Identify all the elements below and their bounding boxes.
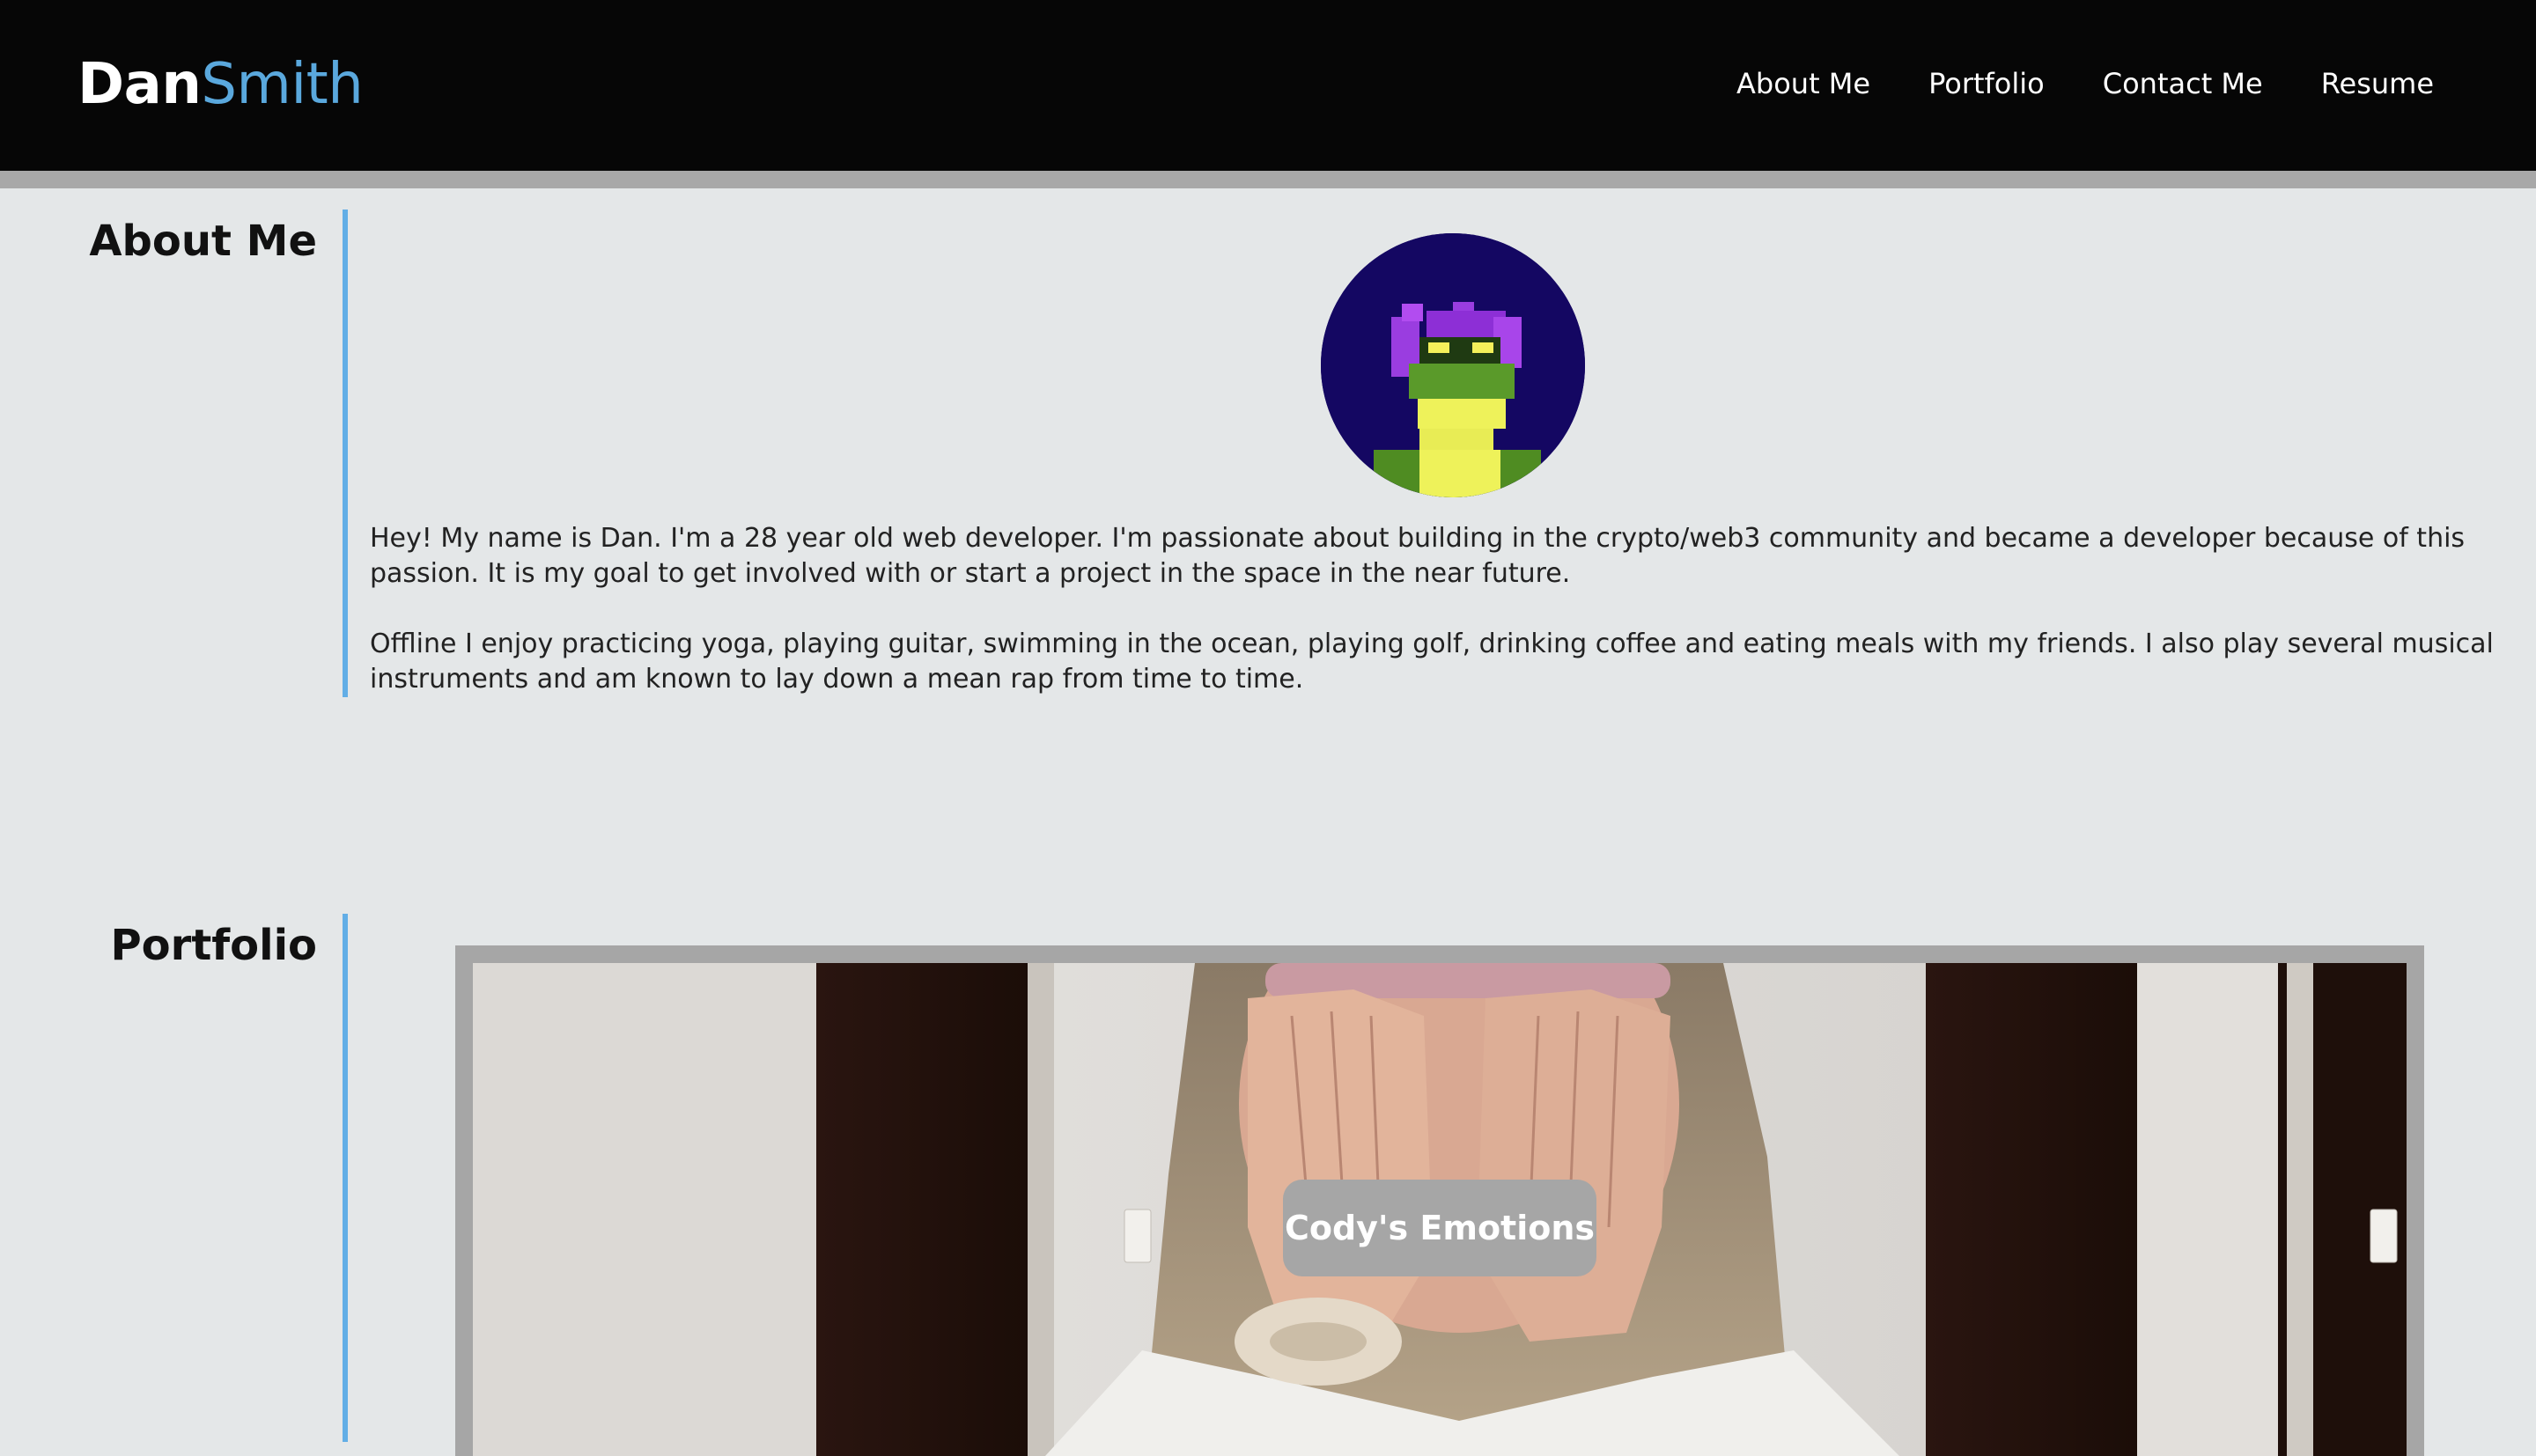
avatar — [1321, 233, 1585, 497]
about-text: Hey! My name is Dan. I'm a 28 year old w… — [370, 521, 2501, 732]
about-paragraph: Hey! My name is Dan. I'm a 28 year old w… — [370, 523, 2466, 589]
brand-first-name: Dan — [77, 52, 202, 117]
nav-resume[interactable]: Resume — [2321, 62, 2434, 106]
portfolio-section-bar — [343, 914, 348, 1442]
nav-portfolio[interactable]: Portfolio — [1928, 62, 2045, 106]
site-header: DanSmith About Me Portfolio Contact Me R… — [0, 0, 2536, 171]
about-section-bar — [343, 210, 348, 697]
about-section-title: About Me — [89, 217, 317, 266]
main-nav: About Me Portfolio Contact Me Resume — [1736, 62, 2434, 106]
nav-contact-me[interactable]: Contact Me — [2103, 62, 2263, 106]
header-divider — [0, 171, 2536, 188]
brand-logo[interactable]: DanSmith — [77, 49, 364, 120]
about-paragraph: Offline I enjoy practicing yoga, playing… — [370, 629, 2494, 695]
pixel-frog-avatar-icon — [1321, 233, 1585, 497]
brand-last-name: Smith — [201, 52, 364, 117]
nav-about-me[interactable]: About Me — [1736, 62, 1870, 106]
portfolio-section-title: Portfolio — [110, 921, 317, 970]
project-title-button[interactable]: Cody's Emotions — [1283, 1180, 1596, 1276]
